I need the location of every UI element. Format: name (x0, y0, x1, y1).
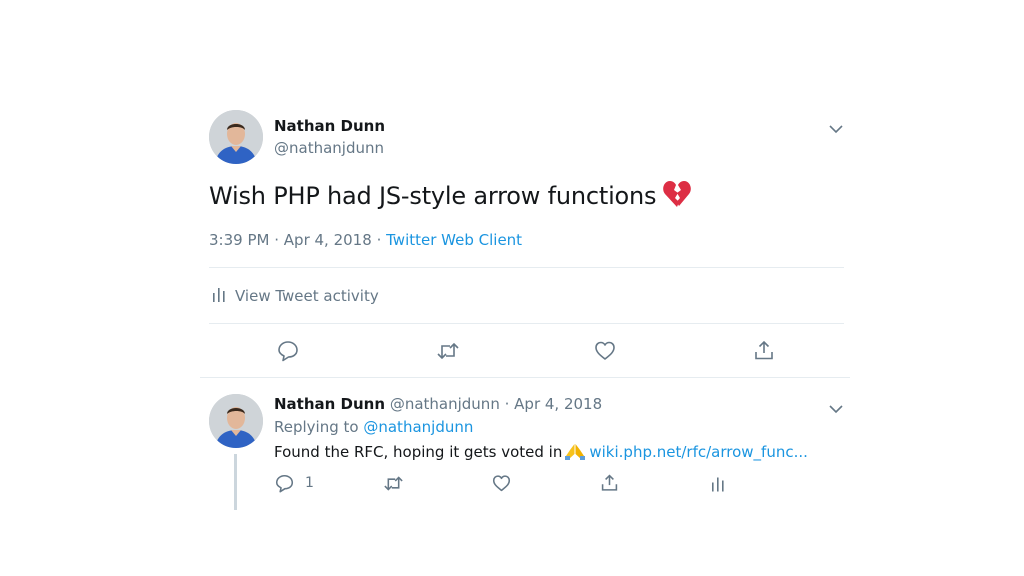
tweet-time[interactable]: 3:39 PM (209, 231, 269, 249)
like-icon[interactable] (492, 474, 511, 497)
retweet-icon[interactable] (383, 474, 404, 497)
thread-line (234, 454, 237, 510)
view-tweet-activity-button[interactable]: View Tweet activity (212, 286, 379, 306)
reply-tweet-text: Found the RFC, hoping it gets voted in w… (274, 442, 808, 464)
replying-to: Replying to @nathanjdunn (274, 418, 473, 436)
separator-dot: · (504, 395, 510, 413)
folded-hands-emoji-icon (565, 442, 586, 464)
separator-dot: · (274, 231, 280, 249)
analytics-icon[interactable] (711, 475, 725, 496)
divider (200, 377, 850, 378)
share-icon[interactable] (600, 473, 619, 496)
replying-to-mention-link[interactable]: @nathanjdunn (363, 418, 473, 436)
share-icon[interactable] (753, 339, 775, 365)
main-tweet-text: Wish PHP had JS-style arrow functions (209, 180, 692, 214)
separator-dot: · (376, 231, 382, 249)
replying-to-label: Replying to (274, 418, 359, 436)
rfc-link[interactable]: wiki.php.net/rfc/arrow_func... (589, 443, 808, 461)
main-author-avatar[interactable] (209, 110, 263, 164)
reply-date[interactable]: Apr 4, 2018 (514, 395, 602, 413)
reply-header: Nathan Dunn @nathanjdunn · Apr 4, 2018 (274, 395, 602, 413)
main-author-name[interactable]: Nathan Dunn (274, 117, 385, 135)
analytics-icon (212, 286, 226, 306)
reply-icon[interactable] (275, 474, 294, 497)
reply-author-handle[interactable]: @nathanjdunn (390, 395, 500, 413)
broken-heart-emoji-icon (662, 180, 692, 214)
tweet-client-link[interactable]: Twitter Web Client (386, 231, 522, 249)
main-tweet-meta: 3:39 PM · Apr 4, 2018 · Twitter Web Clie… (209, 231, 522, 249)
reply-author-avatar[interactable] (209, 394, 263, 448)
reply-tweet-text-content: Found the RFC, hoping it gets voted in (274, 443, 563, 461)
divider (209, 267, 844, 268)
tweet-date[interactable]: Apr 4, 2018 (284, 231, 372, 249)
reply-icon[interactable] (277, 340, 299, 366)
reply-tweet-menu-chevron-icon[interactable] (829, 399, 843, 414)
like-icon[interactable] (594, 340, 616, 366)
main-author-handle[interactable]: @nathanjdunn (274, 139, 384, 157)
reply-author-name[interactable]: Nathan Dunn (274, 395, 385, 413)
reply-count: 1 (305, 475, 314, 491)
view-tweet-activity-label: View Tweet activity (235, 287, 379, 305)
main-tweet-menu-chevron-icon[interactable] (829, 119, 843, 134)
main-tweet-text-content: Wish PHP had JS-style arrow functions (209, 182, 657, 210)
retweet-icon[interactable] (436, 340, 460, 366)
divider (209, 323, 844, 324)
